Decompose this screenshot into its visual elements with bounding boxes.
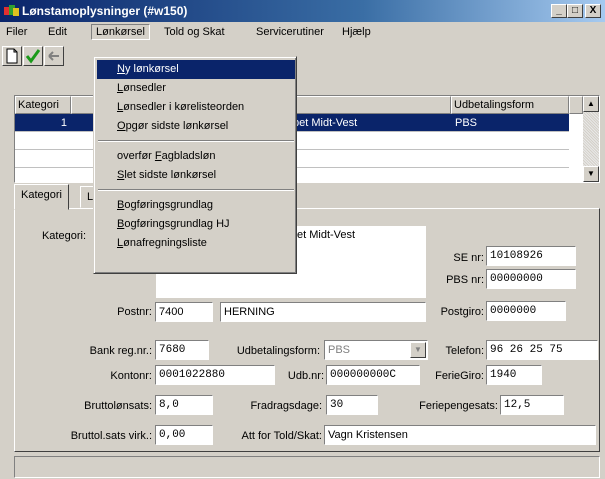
window-title: Lønstamoplysninger (#w150) — [22, 4, 188, 18]
pbs-label: PBS nr: — [446, 274, 484, 286]
se-field[interactable]: 10108926 — [486, 246, 576, 266]
postgiro-label: Postgiro: — [440, 306, 484, 318]
title-bar[interactable]: Lønstamoplysninger (#w150) _ □ X — [0, 0, 605, 22]
menu-item-bogforingsgrundlag[interactable]: Bogføringsgrundlag — [97, 196, 295, 215]
feriegiro-field[interactable]: 1940 — [486, 365, 542, 385]
bankreg-label: Bank reg.nr.: — [89, 345, 152, 357]
header-kategori[interactable]: Kategori — [15, 96, 71, 114]
maximize-button[interactable]: □ — [567, 4, 583, 18]
checkmark-icon — [25, 49, 41, 64]
menu-item-lonsedler-korelisteorden[interactable]: Lønsedler i kørelisteorden — [97, 98, 295, 117]
new-button[interactable] — [2, 46, 22, 66]
new-document-icon — [6, 48, 18, 64]
menu-item-lonsedler[interactable]: Lønsedler — [97, 79, 295, 98]
pbs-field[interactable]: 00000000 — [486, 269, 576, 289]
menu-item-lonafregningsliste[interactable]: Lønafregningsliste — [97, 234, 295, 253]
bankreg-field[interactable]: 7680 — [155, 340, 209, 360]
name-field-text: et Midt-Vest — [297, 229, 356, 241]
bruttolvirk-field[interactable]: 0,00 — [155, 425, 213, 445]
cell-name: bet Midt-Vest — [293, 117, 358, 129]
postnr-field[interactable]: 7400 — [155, 302, 213, 322]
by-field[interactable]: HERNING — [220, 302, 426, 322]
menu-servicerutiner[interactable]: Servicerutiner — [252, 24, 328, 40]
menu-hjaelp[interactable]: Hjælp — [338, 24, 375, 40]
arrow-icon — [48, 51, 59, 61]
cell-kategori: 1 — [60, 117, 67, 129]
menu-told-og-skat[interactable]: Told og Skat — [160, 24, 229, 40]
fradrag-label: Fradragsdage: — [250, 400, 322, 412]
udbnr-label: Udb.nr: — [287, 370, 324, 382]
se-label: SE nr: — [453, 252, 484, 264]
close-button[interactable]: X — [585, 4, 601, 18]
menu-lonkorsel[interactable]: Lønkørsel — [91, 24, 150, 40]
menu-item-opgor-sidste[interactable]: Opgør sidste lønkørsel — [97, 117, 295, 136]
att-field[interactable]: Vagn Kristensen — [324, 425, 596, 445]
udbform-value: PBS — [328, 344, 351, 356]
app-icon — [4, 5, 19, 16]
telefon-field[interactable]: 96 26 25 75 — [486, 340, 598, 360]
header-udbetalingsform[interactable]: Udbetalingsform — [451, 96, 569, 114]
postgiro-field[interactable]: 0000000 — [486, 301, 566, 321]
att-label: Att for Told/Skat: — [241, 430, 322, 442]
kontonr-label: Kontonr: — [110, 370, 152, 382]
menu-item-slet-sidste[interactable]: Slet sidste lønkørsel — [97, 166, 295, 185]
udbnr-field[interactable]: 000000000C — [326, 365, 420, 385]
feriepenge-field[interactable]: 12,5 — [500, 395, 564, 415]
udbform-label: Udbetalingsform: — [236, 345, 320, 357]
scroll-up-icon[interactable]: ▲ — [583, 96, 599, 112]
kontonr-field[interactable]: 0001022880 — [155, 365, 275, 385]
menu-filer[interactable]: Filer — [2, 24, 31, 40]
undo-button[interactable] — [44, 46, 64, 66]
telefon-label: Telefon: — [445, 345, 484, 357]
save-button[interactable] — [23, 46, 43, 66]
udbform-select[interactable]: PBS ▼ — [324, 340, 428, 360]
toolbar — [0, 42, 605, 70]
header-blank — [569, 96, 583, 114]
kategori-label: Kategori: — [41, 230, 86, 242]
menu-item-bogforingsgrundlag-hj[interactable]: Bogføringsgrundlag HJ — [97, 215, 295, 234]
scroll-down-icon[interactable]: ▼ — [583, 166, 599, 182]
feriegiro-label: FerieGiro: — [435, 370, 484, 382]
minimize-button[interactable]: _ — [551, 4, 567, 18]
menu-separator — [98, 189, 294, 191]
menu-separator — [98, 140, 294, 142]
bruttolon-label: Bruttolønsats: — [84, 400, 152, 412]
bruttolon-field[interactable]: 8,0 — [155, 395, 213, 415]
tab-kategori[interactable]: Kategori — [14, 184, 69, 210]
feriepenge-label: Feriepengesats: — [419, 400, 498, 412]
bruttolvirk-label: Bruttol.sats virk.: — [70, 430, 152, 442]
menu-edit[interactable]: Edit — [44, 24, 71, 40]
menu-item-overfor-fagbladslon[interactable]: overfør Fagbladsløn — [97, 147, 295, 166]
cell-udbetalingsform: PBS — [455, 117, 478, 129]
fradrag-field[interactable]: 30 — [326, 395, 378, 415]
grid-scrollbar[interactable]: ▲ ▼ — [583, 96, 599, 182]
status-bar — [14, 456, 600, 478]
lonkorsel-dropdown: Ny lønkørsel Lønsedler Lønsedler i kørel… — [93, 56, 297, 274]
menu-item-ny-lonkorsel[interactable]: Ny lønkørsel — [97, 60, 295, 79]
postnr-label: Postnr: — [117, 306, 152, 318]
menu-bar: Filer Edit Lønkørsel Told og Skat Servic… — [0, 22, 605, 41]
